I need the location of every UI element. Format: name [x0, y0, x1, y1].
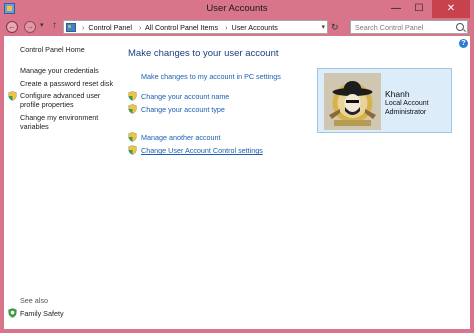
control-panel-path-icon — [66, 23, 76, 32]
breadcrumb-user-accounts[interactable]: User Accounts — [232, 23, 278, 32]
family-safety-icon — [8, 308, 17, 318]
forward-arrow-icon[interactable]: → — [24, 21, 36, 33]
user-card: Khanh Local Account Administrator — [317, 68, 452, 133]
maximize-button[interactable]: ☐ — [408, 0, 430, 18]
avatar[interactable] — [324, 73, 381, 130]
refresh-icon[interactable]: ↻ — [331, 22, 339, 33]
sidebar-item-environment-variables[interactable]: Change my environment variables — [20, 113, 112, 131]
change-account-type-link[interactable]: Change your account type — [141, 105, 225, 114]
uac-shield-icon — [128, 132, 137, 142]
breadcrumb[interactable]: › Control Panel › All Control Panel Item… — [63, 20, 328, 34]
uac-shield-icon — [128, 91, 137, 101]
recent-pages-chevron-icon[interactable]: ▾ — [40, 21, 44, 29]
minimize-button[interactable]: — — [385, 0, 407, 18]
breadcrumb-separator: › — [82, 23, 85, 32]
help-icon[interactable]: ? — [459, 39, 468, 48]
uac-shield-icon — [128, 145, 137, 155]
address-bar: ← → ▾ ↑ › Control Panel › All Control Pa… — [0, 18, 474, 36]
page-title: Make changes to your user account — [128, 48, 279, 59]
up-arrow-icon[interactable]: ↑ — [52, 20, 57, 31]
account-type-label: Local Account — [385, 100, 429, 107]
sidebar: Control Panel Home Manage your credentia… — [4, 36, 122, 329]
back-arrow-icon[interactable]: ← — [6, 21, 18, 33]
breadcrumb-separator: › — [225, 23, 228, 32]
user-name: Khanh — [385, 89, 410, 99]
sidebar-item-password-reset-disk[interactable]: Create a password reset disk — [20, 79, 113, 88]
sidebar-item-control-panel-home[interactable]: Control Panel Home — [20, 45, 85, 54]
breadcrumb-all-items[interactable]: All Control Panel Items — [145, 23, 218, 32]
shield-icon — [8, 91, 17, 101]
change-account-name-link[interactable]: Change your account name — [141, 92, 229, 101]
manage-another-account-link[interactable]: Manage another account — [141, 133, 221, 142]
search-placeholder: Search Control Panel — [355, 23, 424, 32]
sidebar-item-family-safety[interactable]: Family Safety — [20, 309, 64, 318]
account-role-label: Administrator — [385, 109, 427, 116]
content-pane: Control Panel Home Manage your credentia… — [4, 36, 470, 329]
sidebar-item-manage-credentials[interactable]: Manage your credentials — [20, 66, 99, 75]
uac-shield-icon — [128, 104, 137, 114]
close-button[interactable]: ✕ — [432, 0, 470, 18]
see-also-label: See also — [20, 296, 48, 305]
cowboy-avatar-icon — [324, 73, 381, 130]
search-input[interactable]: Search Control Panel — [350, 20, 468, 34]
address-dropdown-chevron-icon[interactable]: ▾ — [321, 23, 325, 31]
search-icon[interactable] — [456, 23, 464, 31]
title-bar[interactable]: User Accounts — ☐ ✕ — [0, 0, 474, 18]
pc-settings-link[interactable]: Make changes to my account in PC setting… — [141, 72, 281, 81]
breadcrumb-control-panel[interactable]: Control Panel — [88, 23, 132, 32]
breadcrumb-separator: › — [138, 23, 142, 32]
sidebar-item-advanced-profile[interactable]: Configure advanced user profile properti… — [20, 91, 112, 109]
uac-settings-link[interactable]: Change User Account Control settings — [141, 146, 263, 155]
main-panel: ? Make changes to your user account Make… — [122, 36, 470, 329]
user-accounts-window: User Accounts — ☐ ✕ ← → ▾ ↑ › Control Pa… — [0, 0, 474, 333]
